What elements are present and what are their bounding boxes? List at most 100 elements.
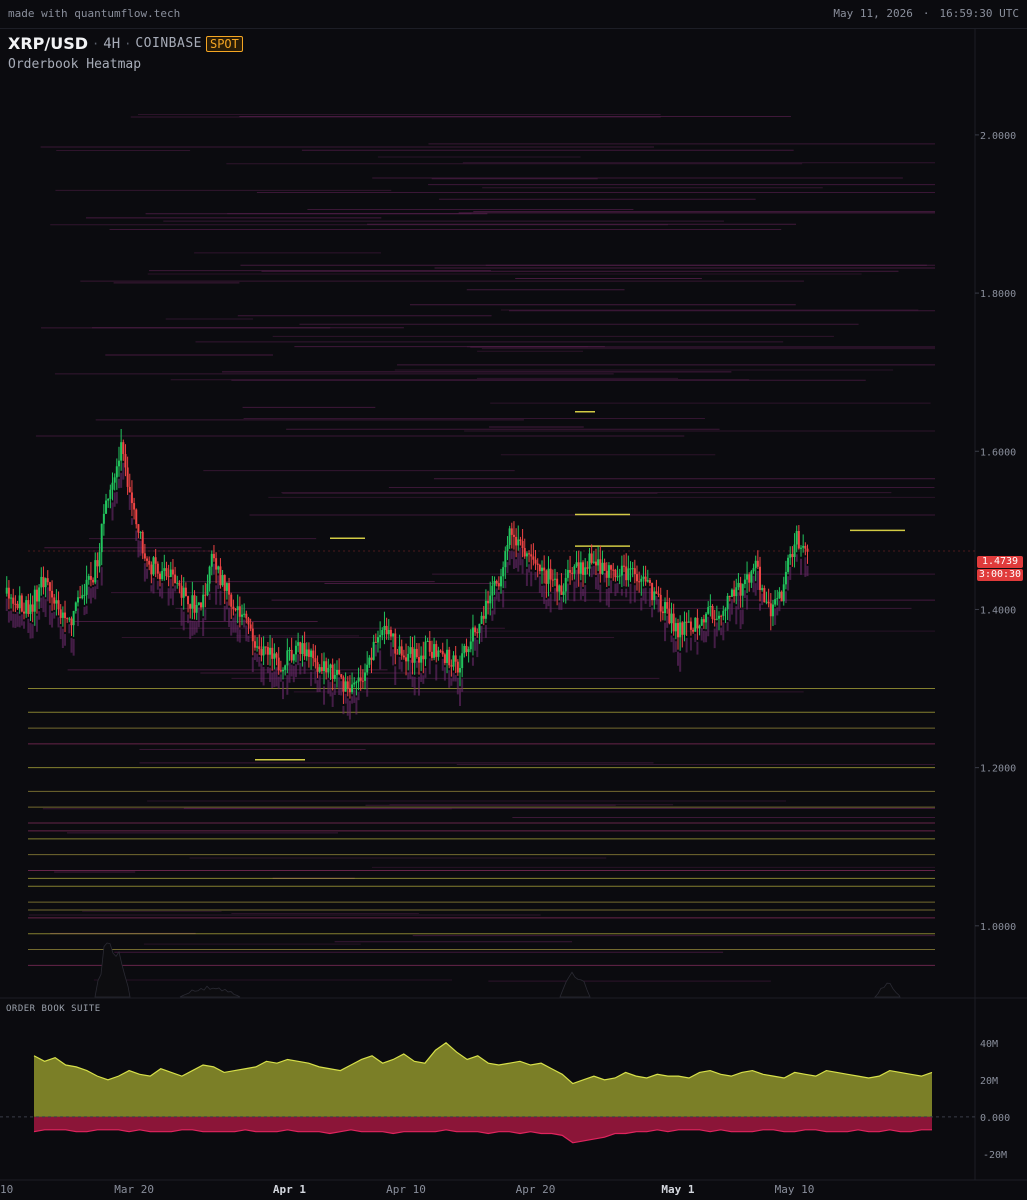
candle-body xyxy=(450,665,453,667)
bid-cluster xyxy=(493,596,496,615)
x-tick-label: Apr 1 xyxy=(273,1183,306,1196)
candle-body xyxy=(316,662,319,672)
bid-cluster xyxy=(346,698,349,716)
bid-cluster xyxy=(14,614,17,629)
bid-cluster xyxy=(64,634,67,646)
candle-body xyxy=(644,576,647,582)
bid-cluster xyxy=(40,597,43,609)
bid-cluster xyxy=(275,667,278,687)
candle-body xyxy=(769,603,772,617)
bid-cluster xyxy=(623,574,626,587)
bid-cluster xyxy=(484,624,487,638)
bid-cluster xyxy=(48,605,51,625)
candle-body xyxy=(754,560,757,569)
bid-cluster xyxy=(519,547,522,566)
bid-cluster xyxy=(715,622,718,637)
bid-cluster xyxy=(245,625,248,642)
candle-body xyxy=(577,562,580,574)
bid-cluster xyxy=(512,551,515,569)
bid-cluster xyxy=(389,642,392,657)
candle-body xyxy=(582,562,585,575)
bid-cluster xyxy=(61,628,64,648)
candle-body xyxy=(746,574,749,580)
bid-cluster xyxy=(120,472,123,488)
candle-body xyxy=(422,655,425,660)
bid-cluster xyxy=(251,657,254,673)
candle-body xyxy=(795,530,798,545)
candle-body xyxy=(411,647,414,663)
bid-cluster xyxy=(212,563,215,575)
volume-profile-hump xyxy=(559,971,591,998)
bid-cluster xyxy=(549,593,552,613)
candle-body xyxy=(150,564,153,575)
candle-body xyxy=(301,643,304,654)
candle-body xyxy=(601,562,604,574)
candle-body xyxy=(94,560,97,583)
candle-body xyxy=(361,680,364,682)
candle-body xyxy=(534,559,537,564)
candle-body xyxy=(335,670,338,675)
bid-cluster xyxy=(666,615,669,628)
bid-cluster xyxy=(778,600,781,612)
candle-body xyxy=(750,571,753,583)
candle-body xyxy=(55,600,58,604)
chart-canvas[interactable]: 40M 20M 0.000 -20M 2.0000 1.8000 1.6000 1.4000… xyxy=(0,0,1027,1200)
candle-body xyxy=(161,570,164,580)
bid-cluster xyxy=(471,657,474,666)
candle-body xyxy=(154,557,157,564)
candle-body xyxy=(241,614,244,617)
candle-body xyxy=(394,633,397,654)
bid-cluster xyxy=(806,565,809,577)
bid-cluster xyxy=(243,619,246,628)
bid-cluster xyxy=(739,609,742,630)
candle-body xyxy=(415,648,418,658)
bid-cluster xyxy=(143,563,146,582)
bid-cluster xyxy=(480,626,483,642)
candle-body xyxy=(385,625,388,635)
bid-cluster xyxy=(502,590,505,608)
candle-body xyxy=(469,641,472,650)
candle-body xyxy=(763,588,766,603)
bid-cluster xyxy=(279,674,282,682)
candle-body xyxy=(759,566,762,590)
candle-body xyxy=(189,604,192,609)
candle-body xyxy=(495,580,498,584)
bid-cluster xyxy=(38,611,41,620)
bid-cluster xyxy=(348,700,351,720)
candle-body xyxy=(111,482,114,490)
bid-cluster xyxy=(448,670,451,688)
candle-body xyxy=(59,609,62,618)
bid-cluster xyxy=(776,607,779,616)
bid-cluster xyxy=(726,622,729,631)
candle-body xyxy=(115,466,118,478)
bid-cluster xyxy=(597,573,600,590)
candle-body xyxy=(698,625,701,629)
bid-cluster xyxy=(18,615,21,628)
candle-body xyxy=(402,655,405,658)
candle-body xyxy=(292,654,295,661)
bid-cluster xyxy=(273,671,276,688)
bid-cluster xyxy=(461,679,464,692)
candle-body xyxy=(180,585,183,598)
candle-body xyxy=(57,600,60,610)
bid-cluster xyxy=(722,622,725,641)
bid-cluster xyxy=(46,587,49,602)
bid-cluster xyxy=(651,607,654,618)
candle-body xyxy=(664,602,667,614)
candle-body xyxy=(730,589,733,597)
bid-cluster xyxy=(759,603,762,611)
bid-cluster xyxy=(800,558,803,575)
candle-body xyxy=(692,629,695,632)
candle-body xyxy=(424,641,427,660)
candle-body xyxy=(594,561,597,566)
candle-body xyxy=(165,568,168,577)
candle-body xyxy=(584,567,587,575)
y-tick-label: 20M xyxy=(980,1076,998,1087)
candle-body xyxy=(629,568,632,570)
candle-body xyxy=(523,547,526,557)
bid-cluster xyxy=(70,637,73,653)
candle-body xyxy=(133,503,136,510)
candle-body xyxy=(353,682,356,685)
candle-body xyxy=(342,677,345,692)
bid-cluster xyxy=(167,588,170,606)
